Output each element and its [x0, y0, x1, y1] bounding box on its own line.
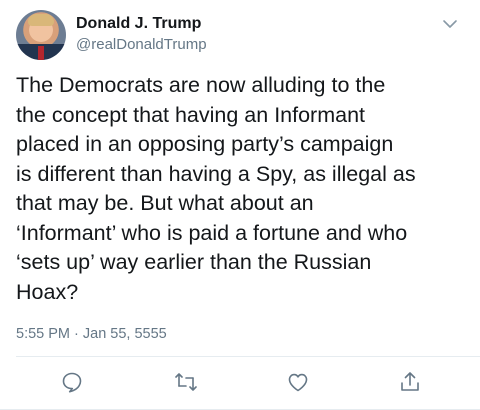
- tweet-card: Donald J. Trump @realDonaldTrump The Dem…: [0, 0, 480, 410]
- tweet-actions: [0, 370, 480, 398]
- divider: [16, 356, 480, 357]
- tweet-timestamp[interactable]: 5:55 PM · Jan 55, 5555: [16, 326, 167, 342]
- chevron-down-icon[interactable]: [440, 16, 460, 32]
- tweet-text-line: placed in an opposing party’s campaign: [16, 132, 394, 156]
- tweet-text-line: ‘sets up’ way earlier than the Russian: [16, 250, 372, 274]
- author-name[interactable]: Donald J. Trump: [76, 15, 201, 33]
- heart-icon[interactable]: [286, 370, 310, 394]
- avatar-hair: [28, 14, 54, 26]
- retweet-icon[interactable]: [174, 370, 198, 394]
- tweet-text-line: that may be. But what about an: [16, 191, 314, 215]
- tweet-text-line: the concept that having an Informant: [16, 102, 366, 127]
- tweet-text-line: ‘Informant’ who is paid a fortune and wh…: [16, 220, 408, 245]
- avatar[interactable]: [16, 10, 66, 60]
- tweet-text: The Democrats are now alluding to the th…: [16, 71, 472, 307]
- share-icon[interactable]: [398, 370, 422, 394]
- tweet-text-line: The Democrats are now alluding to the: [16, 73, 386, 97]
- tweet-header: Donald J. Trump @realDonaldTrump: [16, 10, 464, 66]
- tweet-text-line: is different than having a Spy, as illeg…: [16, 161, 416, 186]
- author-handle[interactable]: @realDonaldTrump: [76, 36, 207, 53]
- avatar-tie: [38, 46, 44, 60]
- tweet-text-line: Hoax?: [16, 279, 79, 304]
- reply-icon[interactable]: [60, 370, 84, 394]
